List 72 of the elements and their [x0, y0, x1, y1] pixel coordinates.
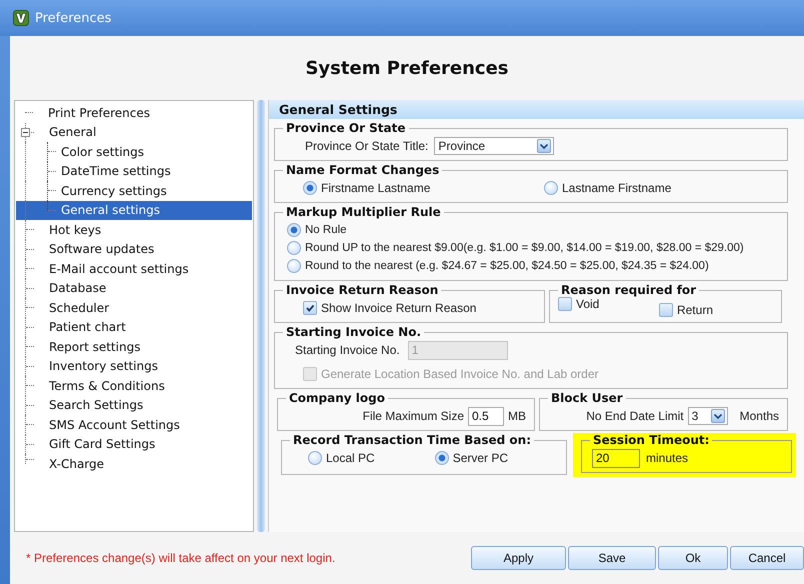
group-title: Company logo [288, 391, 386, 405]
radio-label[interactable]: Server PC [452, 451, 508, 465]
page-heading: System Preferences [304, 56, 510, 80]
field-label: Starting Invoice No. [295, 343, 400, 357]
radio-button[interactable] [287, 241, 301, 255]
radio-label[interactable]: Round to the nearest (e.g. $24.67 = $25.00, $24.50 = $25.00, $24.35 = $24.00) [305, 260, 709, 272]
window-title: Preferences [35, 10, 112, 26]
caret-icon [710, 409, 725, 423]
tree-item[interactable]: Print Preferences [16, 103, 252, 122]
dialog-button[interactable]: Apply [471, 546, 566, 570]
checkbox-label[interactable]: Void [576, 297, 600, 311]
tree-item[interactable]: X-Charge [16, 454, 252, 474]
unit-label: MB [508, 409, 526, 423]
field-label: File Maximum Size [362, 409, 464, 423]
group-title: Record Transaction Time Based on: [292, 433, 532, 447]
tree-item[interactable]: Hot keys [16, 220, 252, 240]
radio-button[interactable] [434, 451, 449, 465]
panel-header: General Settings [269, 100, 804, 119]
radio-label[interactable]: Local PC [326, 451, 375, 465]
radio-label[interactable]: No Rule [305, 224, 347, 236]
field-label: Province Or State Title: [305, 139, 428, 153]
field-label: No End Date Limit [586, 409, 684, 423]
unit-label: minutes [646, 451, 688, 465]
splitter-handle[interactable] [257, 100, 265, 532]
group-title: Invoice Return Reason [285, 283, 440, 297]
group-title: Starting Invoice No. [285, 325, 422, 339]
radio-label[interactable]: Firstname Lastname [321, 181, 430, 195]
collapse-icon[interactable] [21, 128, 30, 136]
dialog-button[interactable]: Save [568, 546, 656, 570]
tree-item[interactable]: Search Settings [16, 396, 252, 415]
radio-button[interactable] [308, 451, 322, 465]
tree-item[interactable]: Inventory settings [16, 356, 252, 376]
tree-item[interactable]: Software updates [16, 240, 252, 259]
group-title: Name Format Changes [285, 163, 440, 177]
unit-label: Months [740, 409, 779, 423]
tree-item[interactable]: SMS Account Settings [16, 415, 252, 434]
tree-item[interactable]: Scheduler [16, 298, 252, 318]
dialog-button[interactable]: Ok [658, 546, 728, 570]
group-title: Markup Multiplier Rule [285, 205, 442, 219]
tree-item[interactable]: Terms & Conditions [16, 376, 252, 396]
tree-item[interactable]: E-Mail account settings [16, 259, 252, 278]
group-title: Session Timeout: [592, 433, 710, 447]
tree-item[interactable]: Color settings [16, 142, 252, 162]
months-dropdown[interactable]: 3 [688, 407, 728, 425]
checkbox[interactable] [558, 297, 572, 311]
group-title: Province Or State [285, 121, 407, 135]
tree-item[interactable]: Patient chart [16, 318, 252, 337]
radio-button[interactable] [303, 181, 317, 195]
radio-label[interactable]: Round UP to the nearest $9.00(e.g. $1.00 = $9.00, $14.00 = $19.00, $28.00 = $29.00) [305, 242, 744, 254]
checkbox-label[interactable]: Return [676, 303, 713, 317]
checkbox-label[interactable]: Show Invoice Return Reason [321, 301, 476, 315]
tree-item[interactable]: General [16, 122, 252, 142]
radio-button[interactable] [287, 223, 301, 237]
radio-label[interactable]: Lastname Firstname [562, 181, 672, 195]
timeout-field[interactable]: 20 [592, 448, 640, 468]
notice-text: * Preferences change(s) will take affect on your next login. [26, 551, 336, 565]
caret-icon [537, 139, 552, 153]
tree-item[interactable]: Database [16, 278, 252, 298]
group-title: Block User [550, 391, 624, 405]
app-logo-icon [13, 10, 29, 26]
size-field[interactable]: 0.5 [468, 406, 504, 426]
group-title: Reason required for [560, 283, 698, 297]
checkbox[interactable] [658, 303, 673, 317]
tree-item[interactable]: Report settings [16, 337, 252, 356]
checkbox[interactable] [303, 301, 317, 315]
radio-button[interactable] [544, 181, 558, 195]
tree-item[interactable]: General settings [16, 200, 252, 220]
radio-button[interactable] [287, 259, 301, 273]
dialog-button[interactable]: Cancel [730, 546, 804, 570]
province-dropdown[interactable]: Province [434, 137, 554, 155]
tree-item[interactable]: Gift Card Settings [16, 434, 252, 454]
tree-item[interactable]: DateTime settings [16, 162, 252, 181]
